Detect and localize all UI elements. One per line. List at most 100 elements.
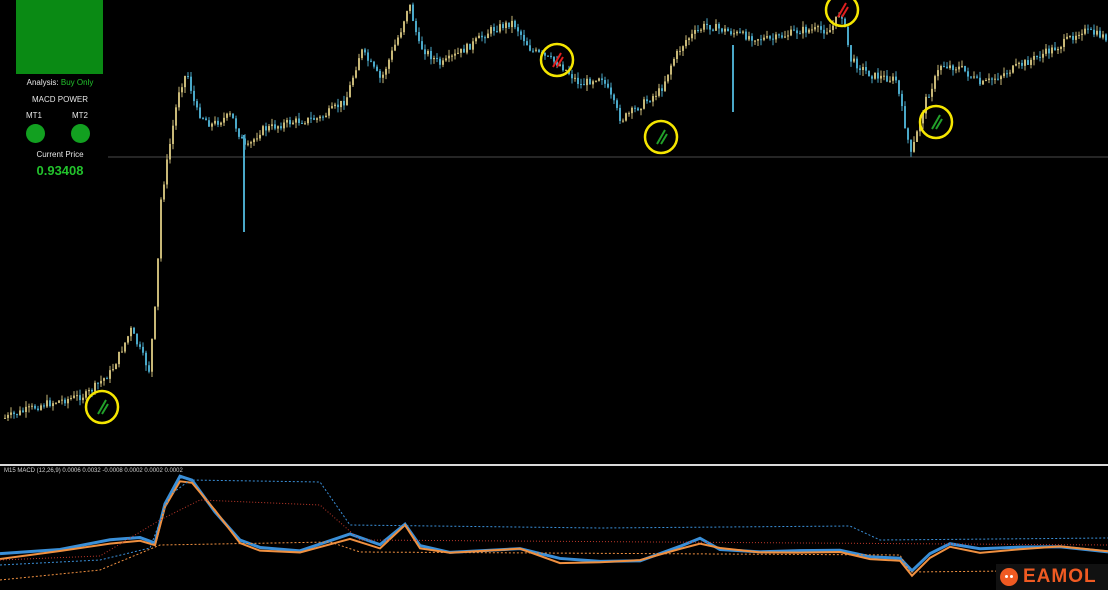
candle	[928, 96, 930, 98]
candle	[511, 20, 513, 28]
candle	[1042, 53, 1044, 58]
candle	[328, 108, 330, 116]
candle	[940, 66, 942, 71]
candle	[529, 45, 531, 51]
candle	[619, 107, 621, 121]
candle	[58, 400, 60, 403]
candle	[1054, 47, 1056, 51]
candle	[1090, 28, 1092, 30]
candle	[1009, 72, 1011, 74]
candle	[412, 4, 414, 21]
candle	[178, 92, 180, 108]
candle	[988, 78, 990, 81]
candle	[658, 88, 660, 96]
candle	[292, 122, 294, 125]
candle	[28, 406, 30, 408]
candle	[595, 80, 597, 82]
candle	[1087, 28, 1089, 30]
candle	[832, 25, 834, 31]
candle	[757, 39, 759, 41]
candle	[1045, 48, 1047, 54]
candle	[616, 100, 618, 108]
candle	[85, 391, 87, 398]
candle	[469, 43, 471, 50]
robot-logo-icon	[1000, 568, 1018, 586]
candle	[49, 400, 51, 407]
candle	[589, 78, 591, 85]
candle	[778, 34, 780, 36]
candle	[811, 29, 813, 31]
candle	[994, 78, 996, 80]
candle	[937, 70, 939, 77]
candle	[793, 29, 795, 31]
candle	[343, 100, 345, 106]
candle	[196, 101, 198, 108]
candle	[538, 49, 540, 52]
candle	[334, 104, 336, 107]
candle	[154, 306, 156, 339]
candle	[1024, 60, 1026, 66]
candle	[820, 26, 822, 30]
candle	[748, 36, 750, 40]
candle	[583, 84, 585, 86]
candle	[1069, 36, 1071, 38]
candle	[943, 66, 945, 68]
candle	[826, 32, 828, 34]
candle	[550, 55, 552, 57]
current-price-value: 0.93408	[36, 163, 84, 178]
candle	[853, 58, 855, 62]
candle	[88, 389, 90, 392]
candle	[961, 65, 963, 67]
candle	[898, 80, 900, 94]
candle	[259, 134, 261, 139]
candle	[946, 66, 948, 69]
candle	[727, 28, 729, 32]
candle	[271, 124, 273, 127]
candle	[370, 60, 372, 62]
candle	[31, 405, 33, 407]
candle	[454, 53, 456, 56]
candle	[697, 30, 699, 32]
candle	[1039, 56, 1041, 58]
candle	[118, 351, 120, 365]
candle	[391, 50, 393, 60]
candle	[1075, 35, 1077, 40]
candle	[688, 38, 690, 41]
candle	[235, 118, 237, 129]
candle	[847, 26, 849, 46]
macd-power-label: MACD POWER	[32, 95, 88, 104]
candle	[622, 120, 624, 122]
candle	[772, 38, 774, 40]
candle	[517, 27, 519, 32]
candle	[904, 106, 906, 129]
candle	[136, 333, 138, 345]
candle	[643, 99, 645, 109]
candle	[22, 410, 24, 412]
candle	[367, 52, 369, 61]
candle	[967, 71, 969, 77]
candle	[1060, 46, 1062, 49]
candle	[127, 336, 129, 343]
brand-watermark: EAMOL	[996, 564, 1108, 590]
candle	[676, 50, 678, 60]
candle	[499, 24, 501, 32]
analysis-label: Analysis:	[26, 78, 59, 87]
candle	[1084, 28, 1086, 34]
candle	[952, 65, 954, 71]
candle	[448, 55, 450, 59]
candle	[124, 342, 126, 352]
candle	[865, 67, 867, 71]
price-chart[interactable]	[0, 0, 1108, 590]
candle	[142, 346, 144, 353]
candle	[1099, 30, 1101, 38]
candle	[859, 68, 861, 71]
candle	[775, 34, 777, 40]
candle	[1072, 36, 1074, 40]
candle	[19, 410, 21, 415]
candle	[760, 39, 762, 41]
candle	[490, 27, 492, 34]
candle	[1021, 62, 1023, 66]
candle	[964, 65, 966, 72]
candle	[283, 122, 285, 129]
candle	[814, 27, 816, 30]
